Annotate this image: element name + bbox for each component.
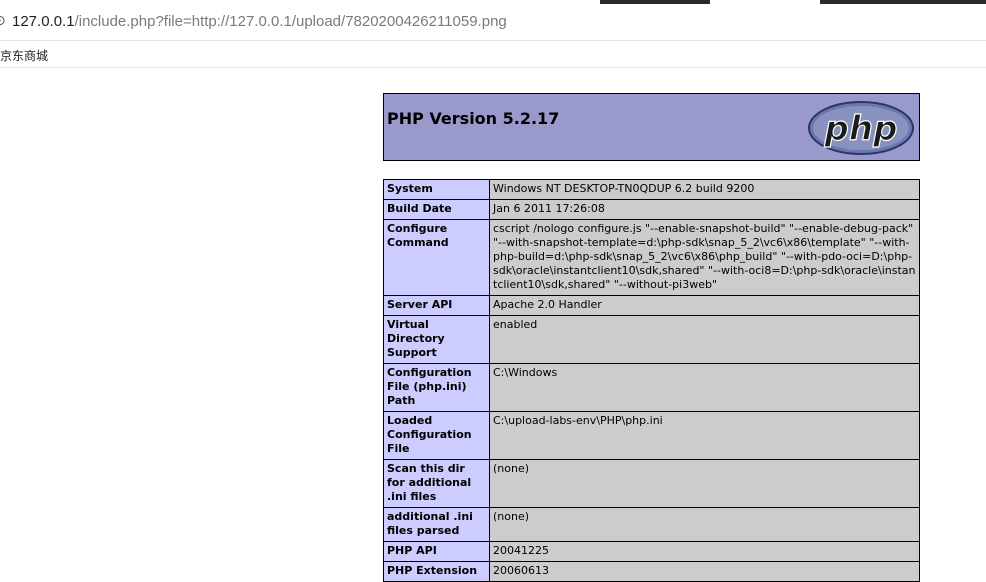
- info-label: Server API: [383, 295, 490, 316]
- info-value: enabled: [489, 315, 920, 364]
- info-label: Loaded Configuration File: [383, 411, 490, 460]
- php-logo-text: php: [824, 109, 898, 149]
- address-bar[interactable]: ⊙ 127.0.0.1/include.php?file=http://127.…: [0, 4, 986, 41]
- phpinfo-table: System Windows NT DESKTOP-TN0QDUP 6.2 bui…: [383, 179, 920, 582]
- info-row: additional .ini files parsed (none): [383, 507, 920, 542]
- info-label: additional .ini files parsed: [383, 507, 490, 542]
- info-value: cscript /nologo configure.js "--enable-s…: [489, 219, 920, 296]
- info-value: 20060613: [489, 561, 920, 582]
- info-label: Configure Command: [383, 219, 490, 296]
- info-label: Build Date: [383, 199, 490, 220]
- info-row: Build Date Jan 6 2011 17:26:08: [383, 199, 920, 220]
- page-title: PHP Version 5.2.17: [387, 109, 560, 128]
- info-row: PHP API 20041225: [383, 541, 920, 562]
- info-label: PHP Extension: [383, 561, 490, 582]
- php-logo[interactable]: php: [807, 100, 915, 156]
- info-value: Windows NT DESKTOP-TN0QDUP 6.2 build 920…: [489, 179, 920, 200]
- phpinfo-page: PHP Version 5.2.17 php System Windows NT …: [383, 93, 920, 582]
- info-value: 20041225: [489, 541, 920, 562]
- info-row: Virtual Directory Support enabled: [383, 315, 920, 364]
- info-row: System Windows NT DESKTOP-TN0QDUP 6.2 bui…: [383, 179, 920, 200]
- info-value: (none): [489, 459, 920, 508]
- bookmarks-bar: 京东商城: [0, 41, 986, 68]
- url-path: /include.php?file=http://127.0.0.1/uploa…: [74, 13, 507, 30]
- info-label: System: [383, 179, 490, 200]
- site-info-icon[interactable]: ⊙: [0, 13, 6, 29]
- bookmark-jd[interactable]: 京东商城: [0, 47, 48, 64]
- info-row: Loaded Configuration File C:\upload-labs-…: [383, 411, 920, 460]
- info-row: Configure Command cscript /nologo configu…: [383, 219, 920, 296]
- info-value: C:\upload-labs-env\PHP\php.ini: [489, 411, 920, 460]
- info-value: Apache 2.0 Handler: [489, 295, 920, 316]
- info-value: Jan 6 2011 17:26:08: [489, 199, 920, 220]
- info-value: C:\Windows: [489, 363, 920, 412]
- info-row: Scan this dir for additional .ini files(…: [383, 459, 920, 508]
- info-label: Virtual Directory Support: [383, 315, 490, 364]
- info-value: (none): [489, 507, 920, 542]
- info-label: Scan this dir for additional .ini files: [383, 459, 490, 508]
- phpinfo-header: PHP Version 5.2.17 php: [383, 93, 920, 161]
- url-text[interactable]: 127.0.0.1/include.php?file=http://127.0.…: [12, 13, 507, 30]
- info-row: Server API Apache 2.0 Handler: [383, 295, 920, 316]
- info-row: PHP Extension 20060613: [383, 561, 920, 582]
- info-label: PHP API: [383, 541, 490, 562]
- url-host: 127.0.0.1: [12, 13, 75, 30]
- info-label: Configuration File (php.ini) Path: [383, 363, 490, 412]
- info-row: Configuration File (php.ini) Path C:\Wind…: [383, 363, 920, 412]
